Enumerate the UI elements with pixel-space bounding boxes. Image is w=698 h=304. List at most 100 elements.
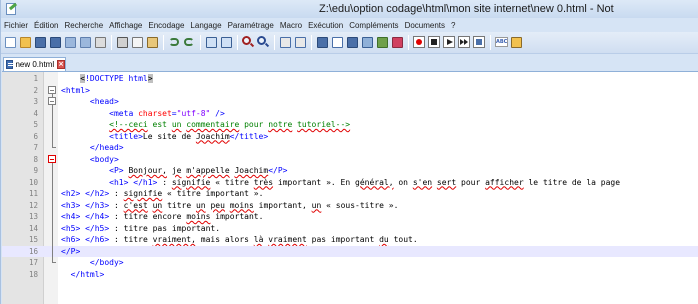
menu-item-macro[interactable]: Macro xyxy=(280,21,302,30)
code-line[interactable]: 14 <h5> </h5> : titre pas important. xyxy=(2,221,698,236)
stop-macro-icon[interactable] xyxy=(428,36,441,49)
code-line[interactable]: 6 <title>Le site de Joachim</title> xyxy=(2,129,698,144)
line-number: 14 xyxy=(28,223,38,233)
toolbar: ABC xyxy=(1,32,698,54)
undo-icon[interactable] xyxy=(168,36,181,49)
save-icon[interactable] xyxy=(34,36,47,49)
code-line[interactable]: 15 <h6> </h6> : titre vraiment, mais alor… xyxy=(2,233,698,247)
fold-toggle-icon[interactable] xyxy=(48,154,57,169)
fold-line xyxy=(48,106,57,121)
find-icon[interactable] xyxy=(205,36,218,49)
menu-item-paramétrage[interactable]: Paramétrage xyxy=(228,21,274,30)
record-macro-icon[interactable] xyxy=(413,36,426,49)
replace-icon[interactable] xyxy=(220,36,233,49)
menu-item-exécution[interactable]: Exécution xyxy=(308,21,343,30)
fold-line xyxy=(48,244,57,259)
print-icon[interactable] xyxy=(94,36,107,49)
fold-empty xyxy=(48,74,57,83)
menu-item-fichier[interactable]: Fichier xyxy=(4,21,28,30)
menu-item-help[interactable]: ? xyxy=(451,21,455,30)
notepadpp-app-icon[interactable] xyxy=(5,2,18,15)
toolbar-separator xyxy=(163,35,164,50)
notepad-window: Z:\edu\option codage\html\mon site inter… xyxy=(0,0,698,304)
line-number: 13 xyxy=(28,212,38,221)
fold-line xyxy=(48,221,57,236)
code-line[interactable]: 3 <head> xyxy=(2,96,698,111)
sync-vertical-icon[interactable] xyxy=(279,36,292,49)
menu-item-édition[interactable]: Édition xyxy=(34,21,58,30)
function-list-icon[interactable] xyxy=(391,36,404,49)
code-line[interactable]: 17 </body> xyxy=(2,256,698,269)
menu-item-affichage[interactable]: Affichage xyxy=(109,21,142,30)
code-line[interactable]: 7 </head> xyxy=(2,141,698,154)
file-icon xyxy=(6,60,15,69)
code-line[interactable]: 9 <P> Bonjour, je m'appelle Joachim</P> xyxy=(2,164,698,178)
paste-icon[interactable] xyxy=(146,36,159,49)
run-macro-multiple-icon[interactable] xyxy=(458,36,471,49)
close-tab-icon[interactable]: × xyxy=(57,60,65,69)
new-file-icon[interactable] xyxy=(4,36,17,49)
play-macro-icon[interactable] xyxy=(443,36,456,49)
close-all-icon[interactable] xyxy=(79,36,92,49)
fold-toggle-icon[interactable] xyxy=(48,97,57,111)
menu-item-langage[interactable]: Langage xyxy=(190,21,221,30)
zoom-in-icon[interactable] xyxy=(242,36,255,49)
code-editor[interactable]: 1 <!DOCTYPE html> 2 <html> 3 <head> 4 <meta … xyxy=(2,71,698,304)
line-number: 5 xyxy=(33,120,38,129)
code-text: <html> xyxy=(61,85,90,95)
menu-item-documents[interactable]: Documents xyxy=(405,21,445,30)
indent-guide-icon[interactable] xyxy=(346,36,359,49)
code-text: <h3> </h3> : c'est un titre un peu moins… xyxy=(61,200,399,210)
sync-horizontal-icon[interactable] xyxy=(294,36,307,49)
code-line[interactable]: 1 <!DOCTYPE html> xyxy=(2,73,698,85)
monitor-icon[interactable] xyxy=(510,36,523,49)
folder-workspace-icon[interactable] xyxy=(376,36,389,49)
fold-toggle-icon[interactable] xyxy=(48,85,57,100)
code-text: </P> xyxy=(61,246,81,256)
save-all-icon[interactable] xyxy=(49,36,62,49)
toolbar-separator xyxy=(408,35,409,50)
code-text: <body> xyxy=(89,154,119,164)
fold-line xyxy=(48,187,57,201)
redo-icon[interactable] xyxy=(183,36,196,49)
code-line[interactable]: 13 <h4> </h4> : titre encore moins import… xyxy=(2,210,698,224)
code-line[interactable]: 12 <h3> </h3> : c'est un titre un peu moi… xyxy=(2,198,698,213)
code-line[interactable]: 11 <h2> </h2> : signifie « titre importan… xyxy=(2,187,698,201)
line-number: 7 xyxy=(33,143,38,152)
code-line[interactable]: 5 <!--ceci est un commentaire pour notre… xyxy=(2,118,698,132)
toolbar-separator xyxy=(274,35,275,50)
show-all-chars-icon[interactable] xyxy=(331,36,344,49)
code-text: </body> xyxy=(89,258,124,267)
code-line[interactable]: 16 </P> xyxy=(2,244,698,259)
zoom-out-icon[interactable] xyxy=(257,36,270,49)
code-text: <meta charset="utf-8" /> xyxy=(109,108,225,118)
fold-line xyxy=(48,233,57,247)
save-macro-icon[interactable] xyxy=(473,36,486,49)
cut-icon[interactable] xyxy=(116,36,129,49)
code-line[interactable]: 10 <h1> </h1> : signifie « titre très im… xyxy=(2,175,698,190)
close-icon[interactable] xyxy=(64,36,77,49)
line-number: 2 xyxy=(33,85,38,95)
copy-icon[interactable] xyxy=(131,36,144,49)
word-wrap-icon[interactable] xyxy=(316,36,329,49)
code-line[interactable]: 2 <html> xyxy=(2,85,698,100)
menu-item-recherche[interactable]: Recherche xyxy=(64,21,103,30)
code-text: </html> xyxy=(70,269,105,279)
menu-item-compléments[interactable]: Compléments xyxy=(349,21,398,30)
title-bar[interactable]: Z:\edu\option codage\html\mon site inter… xyxy=(1,0,698,18)
code-line[interactable]: 18 </html> xyxy=(2,269,698,281)
doc-map-icon[interactable] xyxy=(361,36,374,49)
code-line[interactable]: 4 <meta charset="utf-8" /> xyxy=(2,106,698,121)
line-number: 8 xyxy=(33,154,38,164)
code-line[interactable]: 8 <body> xyxy=(2,154,698,169)
open-file-icon[interactable] xyxy=(19,36,32,49)
spell-check-icon[interactable]: ABC xyxy=(495,36,508,49)
tab-new-0-html[interactable]: new 0.html × xyxy=(3,57,66,71)
fold-line xyxy=(48,129,57,144)
fold-empty xyxy=(48,270,57,279)
menu-item-encodage[interactable]: Encodage xyxy=(148,21,184,30)
code-text: <!--ceci est un commentaire pour notre t… xyxy=(109,120,351,129)
toolbar-separator xyxy=(200,35,201,50)
code-text: </head> xyxy=(89,143,124,152)
code-text: <h1> </h1> : signifie « titre très impor… xyxy=(109,177,621,187)
